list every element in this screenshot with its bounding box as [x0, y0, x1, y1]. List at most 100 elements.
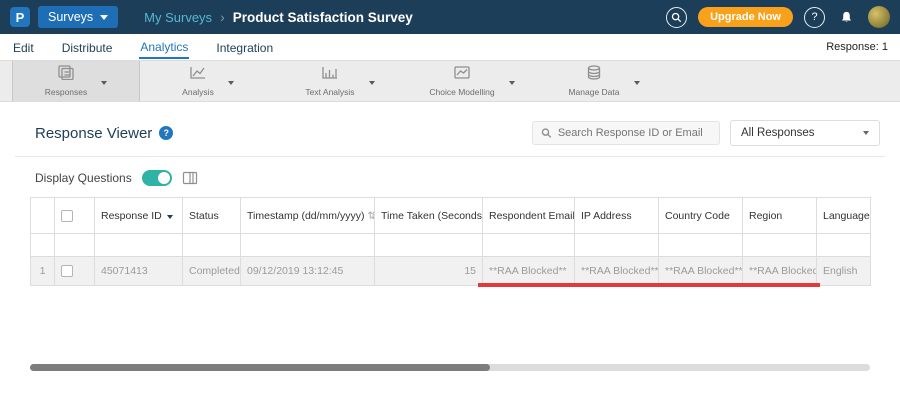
- cell-region: **RAA Blocked**: [742, 256, 817, 286]
- display-questions-label: Display Questions: [35, 171, 132, 185]
- breadcrumb: My Surveys › Product Satisfaction Survey: [144, 9, 413, 25]
- app-logo[interactable]: P: [10, 7, 30, 27]
- tab-analytics[interactable]: Analytics: [139, 36, 190, 59]
- responses-table: Response ID Status Timestamp (dd/mm/yyyy…: [30, 197, 871, 286]
- cell-ip-address: **RAA Blocked**: [574, 256, 659, 286]
- all-responses-dropdown[interactable]: All Responses: [730, 120, 880, 146]
- magnifier-glyph: [671, 12, 682, 22]
- column-header-region[interactable]: Region: [742, 197, 817, 234]
- responses-dropdown-caret[interactable]: [101, 72, 108, 90]
- filter-cell[interactable]: [182, 233, 241, 257]
- sort-desc-icon: [166, 214, 173, 219]
- surveys-menu-button[interactable]: Surveys: [38, 6, 119, 28]
- column-header-status[interactable]: Status: [182, 197, 241, 234]
- filter-cell[interactable]: [94, 233, 183, 257]
- toggle-knob: [157, 172, 170, 184]
- cell-timestamp: 09/12/2019 13:12:45: [240, 256, 375, 286]
- column-header-country-code[interactable]: Country Code: [658, 197, 743, 234]
- toolbar-item-responses[interactable]: Responses: [12, 61, 140, 101]
- choice-modelling-dropdown-caret[interactable]: [508, 72, 515, 90]
- select-all-checkbox[interactable]: [61, 209, 73, 222]
- chevron-down-icon: [100, 14, 109, 20]
- filter-cell[interactable]: [374, 233, 483, 257]
- filter-cell[interactable]: [240, 233, 375, 257]
- analytics-toolbar: Responses Analysis Text Analysis Choice …: [0, 60, 900, 102]
- cell-respondent-email: **RAA Blocked**: [482, 256, 575, 286]
- breadcrumb-current-survey: Product Satisfaction Survey: [232, 9, 413, 25]
- analysis-icon: [189, 65, 207, 85]
- notifications-bell-icon[interactable]: [836, 7, 857, 28]
- toolbar-label-choice-modelling: Choice Modelling: [429, 87, 495, 97]
- row-index: 1: [30, 256, 55, 286]
- toolbar-label-manage-data: Manage Data: [568, 87, 620, 97]
- upgrade-now-button[interactable]: Upgrade Now: [698, 7, 793, 27]
- tab-integration[interactable]: Integration: [215, 37, 274, 58]
- viewer-help-icon[interactable]: ?: [159, 126, 174, 140]
- sort-icon: ⇅: [367, 211, 373, 222]
- display-questions-toggle[interactable]: [141, 170, 172, 186]
- responses-icon: [57, 65, 75, 85]
- surveys-menu-label: Surveys: [48, 10, 94, 24]
- toolbar-item-text-analysis[interactable]: Text Analysis: [276, 61, 404, 101]
- page-title: Response Viewer: [35, 124, 153, 142]
- filter-cell[interactable]: [482, 233, 575, 257]
- text-analysis-dropdown-caret[interactable]: [368, 72, 375, 90]
- column-header-response-id[interactable]: Response ID: [94, 197, 183, 234]
- filter-cell[interactable]: [816, 233, 871, 257]
- response-search-box: [532, 121, 720, 145]
- table-row: 1 45071413 Completed 09/12/2019 13:12:45…: [30, 256, 871, 286]
- search-icon: [541, 128, 552, 138]
- cell-time-taken: 15: [374, 256, 483, 286]
- responses-table-wrap: Response ID Status Timestamp (dd/mm/yyyy…: [30, 197, 871, 287]
- column-header-select: [54, 197, 95, 234]
- horizontal-scrollbar-track[interactable]: [30, 364, 870, 371]
- table-filter-row: [30, 233, 871, 257]
- filter-cell[interactable]: [742, 233, 817, 257]
- column-header-time-taken[interactable]: Time Taken (Seconds)⇅: [374, 197, 483, 234]
- row-checkbox[interactable]: [61, 265, 73, 278]
- viewer-header: Response Viewer ? All Responses: [0, 102, 900, 146]
- cell-language: English: [816, 256, 871, 286]
- breadcrumb-separator: ›: [220, 9, 225, 25]
- toolbar-label-analysis: Analysis: [182, 87, 214, 97]
- horizontal-scrollbar-thumb[interactable]: [30, 364, 490, 371]
- row-select-cell: [54, 256, 95, 286]
- filter-cell[interactable]: [658, 233, 743, 257]
- annotation-highlight-line: [478, 283, 820, 287]
- breadcrumb-my-surveys[interactable]: My Surveys: [144, 10, 212, 25]
- user-avatar[interactable]: [868, 6, 890, 28]
- toggle-columns-icon[interactable]: [182, 171, 198, 185]
- toolbar-label-responses: Responses: [44, 87, 88, 97]
- tab-edit[interactable]: Edit: [12, 37, 35, 58]
- column-header-timestamp[interactable]: Timestamp (dd/mm/yyyy)⇅: [240, 197, 375, 234]
- display-questions-row: Display Questions: [0, 157, 900, 197]
- manage-data-dropdown-caret[interactable]: [633, 72, 640, 90]
- filter-cell: [30, 233, 55, 257]
- chevron-down-icon: [863, 131, 869, 135]
- choice-modelling-icon: [453, 65, 471, 85]
- toolbar-item-manage-data[interactable]: Manage Data: [540, 61, 668, 101]
- cell-response-id[interactable]: 45071413: [94, 256, 183, 286]
- response-count-label: Response: 1: [826, 41, 888, 53]
- cell-country-code: **RAA Blocked**: [658, 256, 743, 286]
- search-icon[interactable]: [666, 6, 688, 28]
- tab-distribute[interactable]: Distribute: [61, 37, 114, 58]
- table-header-row: Response ID Status Timestamp (dd/mm/yyyy…: [30, 197, 871, 234]
- topbar-actions: Upgrade Now ?: [666, 6, 890, 28]
- column-header-ip-address[interactable]: IP Address: [574, 197, 659, 234]
- text-analysis-icon: [321, 65, 339, 85]
- top-navbar: P Surveys My Surveys › Product Satisfact…: [0, 0, 900, 34]
- column-header-language[interactable]: Language: [816, 197, 871, 234]
- toolbar-item-choice-modelling[interactable]: Choice Modelling: [408, 61, 536, 101]
- filter-cell: [54, 233, 95, 257]
- survey-tab-bar: Edit Distribute Analytics Integration Re…: [0, 34, 900, 60]
- column-header-index: [30, 197, 55, 234]
- analysis-dropdown-caret[interactable]: [227, 72, 234, 90]
- column-header-respondent-email[interactable]: Respondent Email: [482, 197, 575, 234]
- all-responses-value: All Responses: [741, 127, 815, 139]
- cell-status: Completed: [182, 256, 241, 286]
- search-input[interactable]: [557, 127, 711, 139]
- help-icon[interactable]: ?: [804, 6, 825, 28]
- filter-cell[interactable]: [574, 233, 659, 257]
- toolbar-item-analysis[interactable]: Analysis: [144, 61, 272, 101]
